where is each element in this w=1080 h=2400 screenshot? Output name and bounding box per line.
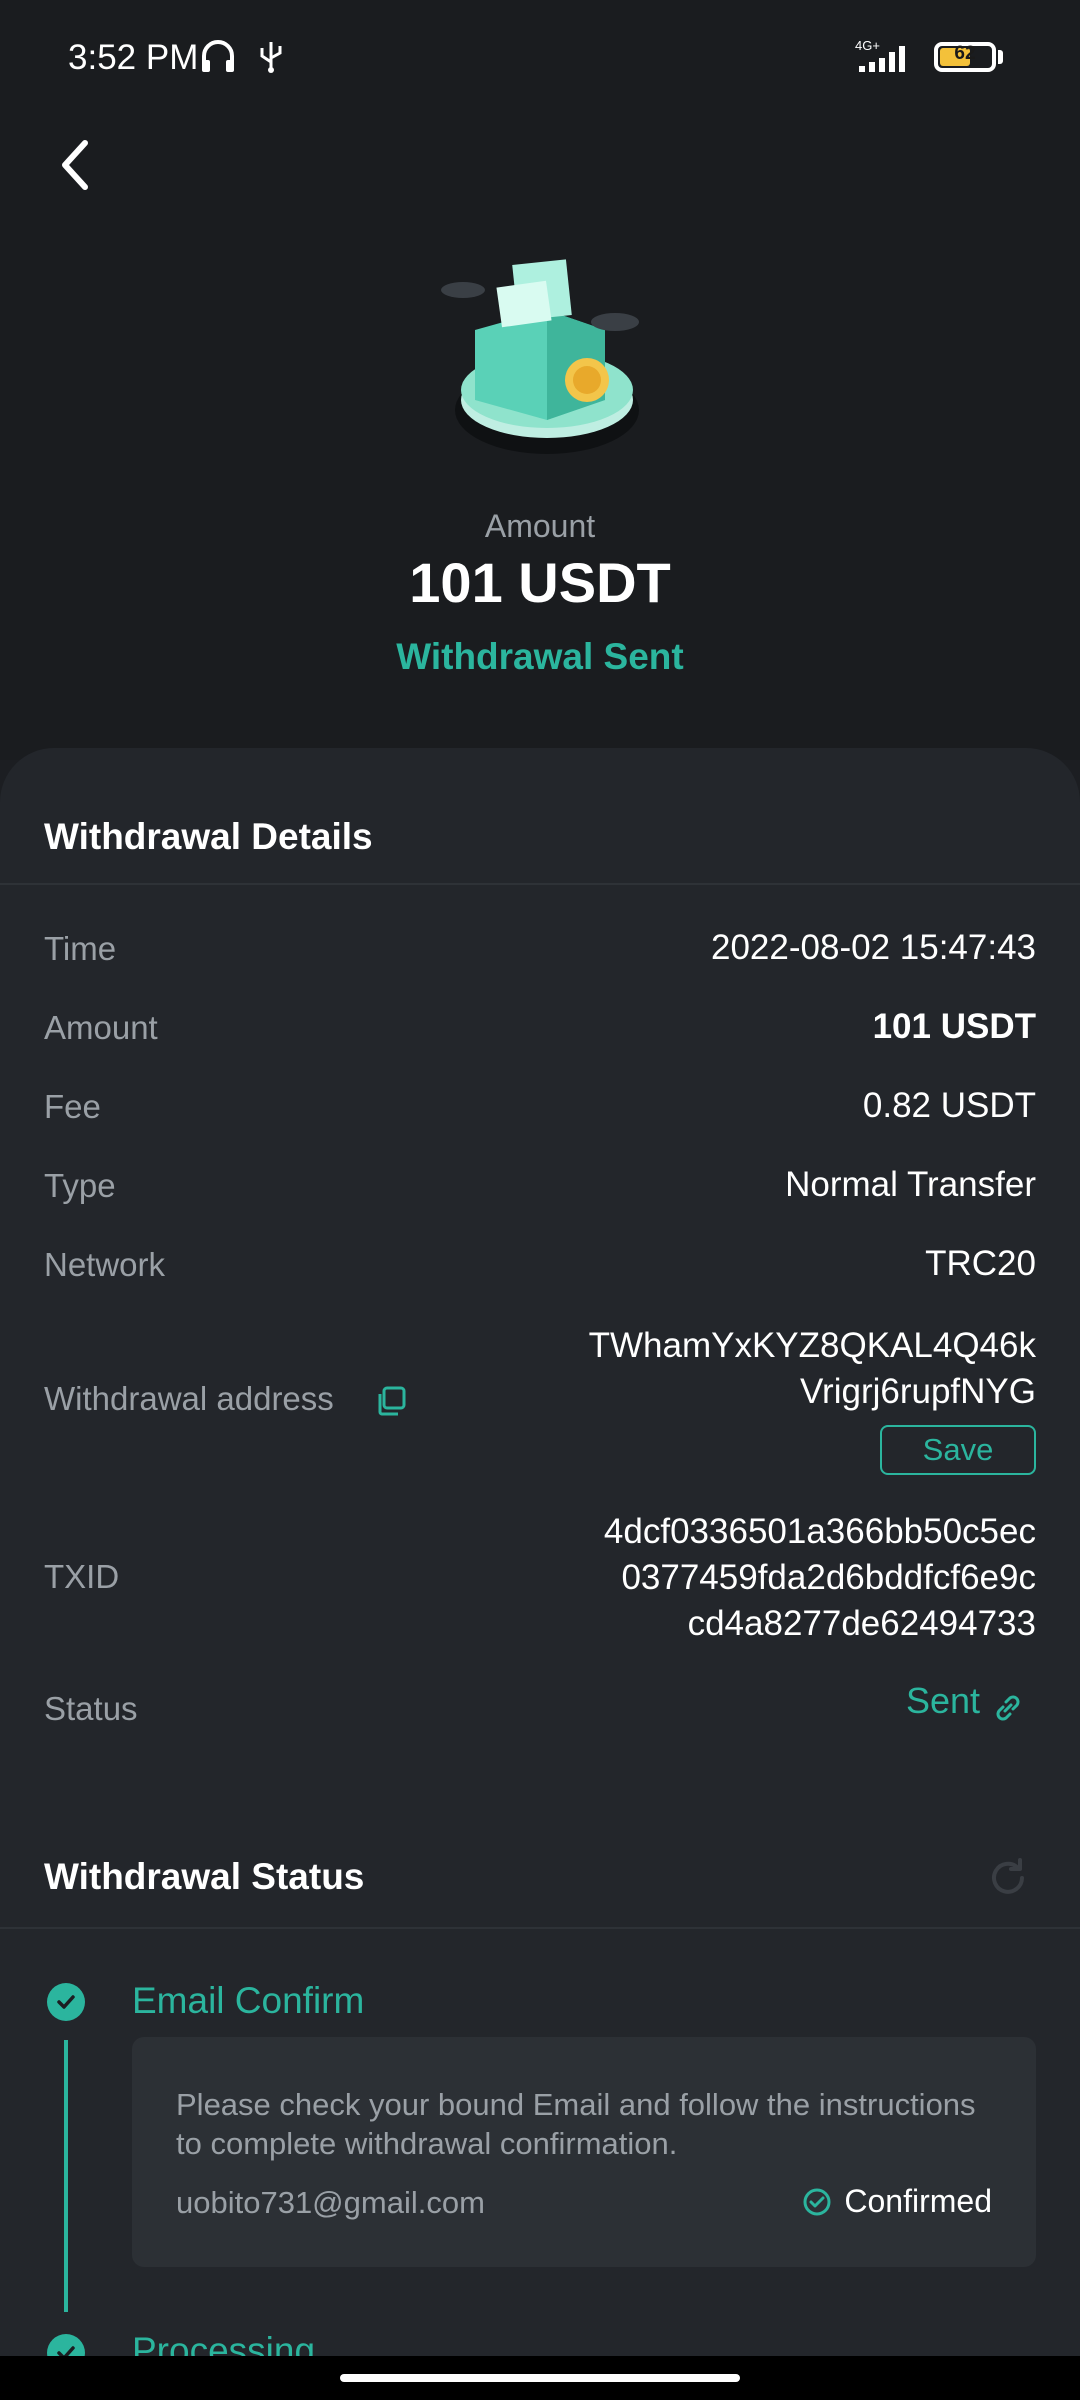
status-bar: 3:52 PM 4G+ 62 bbox=[0, 0, 1080, 120]
status-time: 3:52 PM bbox=[68, 38, 199, 77]
confirmed-badge: Confirmed bbox=[802, 2183, 992, 2220]
section-divider bbox=[0, 1927, 1080, 1929]
amount-label: Amount bbox=[484, 508, 596, 544]
withdrawal-detail-screen: 3:52 PM 4G+ 62 Amount 101 USDT Withdrawa… bbox=[0, 0, 1080, 2400]
network-type-label: 4G+ bbox=[855, 38, 880, 53]
txid-line-2: 0377459fda2d6bddfcf6e9c bbox=[621, 1558, 1036, 1597]
signal-icon: 4G+ bbox=[855, 38, 923, 79]
link-icon[interactable] bbox=[990, 1690, 1026, 1726]
home-indicator[interactable] bbox=[340, 2374, 740, 2382]
network-value: TRC20 bbox=[925, 1244, 1036, 1283]
timeline-line bbox=[64, 2040, 68, 2312]
email-address: uobito731@gmail.com bbox=[176, 2185, 485, 2220]
time-value: 2022-08-02 15:47:43 bbox=[711, 928, 1036, 967]
confirmed-text: Confirmed bbox=[844, 2183, 992, 2219]
withdrawal-address-line-1: TWhamYxKYZ8QKAL4Q46k bbox=[588, 1326, 1036, 1365]
email-confirm-box: Please check your bound Email and follow… bbox=[132, 2037, 1036, 2267]
network-label: Network bbox=[44, 1246, 166, 1283]
withdrawal-status-text: Withdrawal Sent bbox=[396, 636, 684, 677]
battery-text: 62 bbox=[954, 43, 976, 64]
withdrawal-address-label: Withdrawal address bbox=[44, 1380, 334, 1417]
amount-row-label: Amount bbox=[44, 1009, 158, 1046]
check-circle-outline-icon bbox=[803, 2188, 831, 2215]
amount-row-value: 101 USDT bbox=[872, 1007, 1036, 1046]
step-email-confirm-title: Email Confirm bbox=[132, 1980, 365, 2021]
fee-value: 0.82 USDT bbox=[862, 1086, 1036, 1125]
usb-icon bbox=[258, 38, 284, 79]
amount-value: 101 USDT bbox=[409, 551, 671, 614]
withdrawal-illustration bbox=[435, 250, 655, 470]
time-label: Time bbox=[44, 930, 117, 967]
txid-line-3: cd4a8277de62494733 bbox=[687, 1604, 1036, 1643]
withdrawal-details-title: Withdrawal Details bbox=[44, 816, 373, 857]
withdrawal-status-title: Withdrawal Status bbox=[44, 1856, 365, 1897]
withdrawal-address-line-2: Vrigrj6rupfNYG bbox=[800, 1372, 1036, 1411]
battery-tip bbox=[998, 50, 1003, 64]
save-address-button[interactable]: Save bbox=[880, 1425, 1036, 1475]
chevron-left-icon bbox=[62, 140, 88, 190]
back-button[interactable] bbox=[40, 130, 110, 200]
type-label: Type bbox=[44, 1167, 116, 1204]
email-confirm-description: Please check your bound Email and follow… bbox=[176, 2087, 976, 2161]
fee-label: Fee bbox=[44, 1088, 101, 1125]
copy-icon[interactable] bbox=[374, 1384, 408, 1418]
refresh-icon[interactable] bbox=[986, 1856, 1030, 1900]
type-value: Normal Transfer bbox=[785, 1165, 1036, 1204]
section-divider bbox=[0, 883, 1080, 885]
check-circle-icon bbox=[47, 1983, 85, 2021]
txid-line-1: 4dcf0336501a366bb50c5ec bbox=[603, 1512, 1036, 1551]
headphone-icon bbox=[198, 36, 238, 81]
txid-label: TXID bbox=[44, 1558, 120, 1595]
battery-icon: 62 bbox=[934, 42, 996, 72]
status-value[interactable]: Sent bbox=[906, 1680, 980, 1722]
status-label: Status bbox=[44, 1690, 138, 1727]
